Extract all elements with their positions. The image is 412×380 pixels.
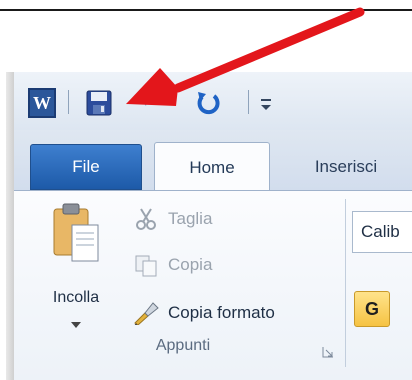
ribbon-panel: Incolla Taglia Copia Copia formato Appun… bbox=[14, 190, 412, 380]
redo-icon[interactable] bbox=[194, 88, 222, 116]
scissors-icon bbox=[132, 207, 160, 231]
save-icon[interactable] bbox=[86, 90, 112, 116]
tab-insert[interactable]: Inserisci bbox=[296, 144, 396, 190]
format-painter-label: Copia formato bbox=[168, 303, 275, 322]
cut-button[interactable]: Taglia bbox=[132, 201, 342, 237]
top-divider-line bbox=[0, 9, 412, 11]
copy-icon bbox=[132, 253, 160, 277]
quick-access-toolbar: W bbox=[14, 72, 412, 130]
font-name-value: Calib bbox=[361, 222, 400, 241]
tab-insert-label: Inserisci bbox=[314, 157, 378, 176]
clipboard-paste-icon bbox=[52, 203, 100, 265]
tab-file-label: File bbox=[72, 157, 100, 176]
cut-label: Taglia bbox=[168, 209, 213, 228]
paste-label: Incolla bbox=[52, 289, 100, 306]
tab-file[interactable]: File bbox=[30, 144, 142, 190]
tab-home-label: Home bbox=[189, 157, 235, 177]
word-app-icon[interactable]: W bbox=[28, 88, 56, 118]
copy-button[interactable]: Copia bbox=[132, 247, 342, 283]
word-icon-letter: W bbox=[33, 92, 51, 113]
undo-icon[interactable] bbox=[138, 90, 166, 116]
copy-label: Copia bbox=[168, 255, 213, 274]
bold-button[interactable]: G bbox=[354, 291, 390, 327]
paste-button[interactable]: Incolla bbox=[38, 201, 114, 333]
toolbar-separator bbox=[248, 90, 249, 114]
bold-label: G bbox=[364, 298, 379, 319]
chevron-down-icon[interactable] bbox=[68, 315, 84, 328]
group-divider bbox=[345, 199, 346, 367]
dialog-launcher-icon[interactable] bbox=[322, 343, 334, 358]
customize-toolbar-icon[interactable] bbox=[258, 90, 274, 116]
word-ribbon-window: W File Home Inserisci Incolla Taglia Cop… bbox=[14, 72, 412, 380]
format-painter-icon bbox=[132, 301, 160, 325]
font-name-combobox[interactable]: Calib bbox=[352, 211, 412, 253]
ribbon-tab-bar: File Home Inserisci bbox=[14, 130, 412, 192]
format-painter-button[interactable]: Copia formato bbox=[132, 295, 342, 331]
tab-home[interactable]: Home bbox=[154, 142, 270, 192]
clipboard-group: Incolla Taglia Copia Copia formato Appun… bbox=[24, 191, 342, 367]
clipboard-group-label: Appunti bbox=[155, 337, 211, 354]
toolbar-separator bbox=[68, 90, 69, 114]
